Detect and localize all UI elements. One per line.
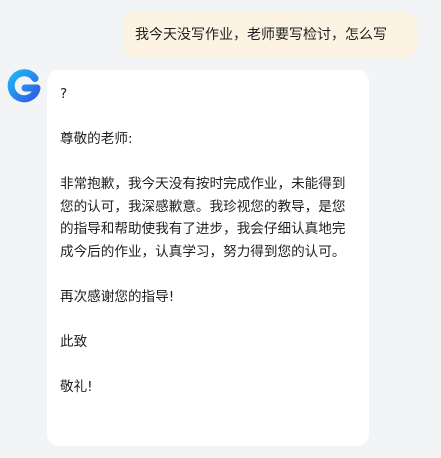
assistant-message-bubble: ? 尊敬的老师: 非常抱歉，我今天没有按时完成作业，未能得到您的认可，我深感歉意… [47,70,369,446]
user-message-bubble: 我今天没写作业，老师要写检讨，怎么写 [123,12,417,57]
g-logo-icon [7,69,41,103]
assistant-avatar [6,68,42,104]
reply-body: 非常抱歉，我今天没有按时完成作业，未能得到您的认可，我深感歉意。我珍视您的教导，… [60,176,346,260]
reply-paragraph-1: ? [60,86,68,102]
reply-greeting: 尊敬的老师: [60,131,133,147]
reply-closing: 此致 [60,333,88,350]
reply-thanks: 再次感谢您的指导! [60,288,175,305]
reply-salute: 敬礼! [60,378,93,395]
user-message-text: 我今天没写作业，老师要写检讨，怎么写 [135,26,387,43]
